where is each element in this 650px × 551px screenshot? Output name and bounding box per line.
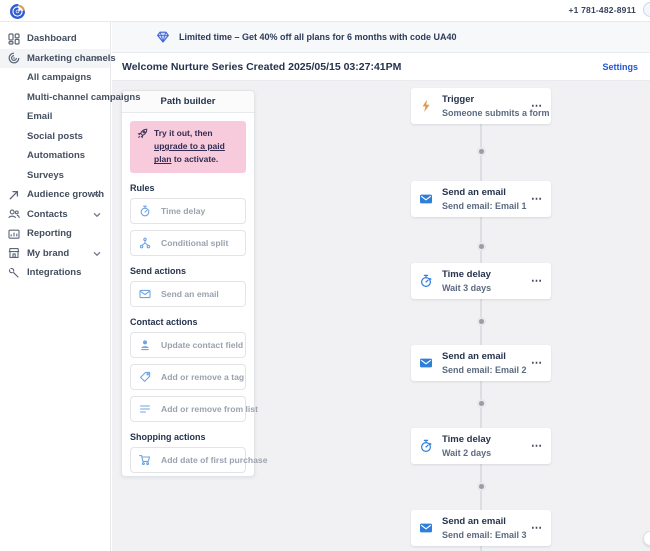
promo-banner-text: Limited time – Get 40% off all plans for… xyxy=(179,32,457,42)
add-step-button[interactable] xyxy=(477,147,486,156)
sidebar-item-reporting[interactable]: Reporting xyxy=(0,224,110,244)
stopwatch-icon xyxy=(419,439,433,453)
sidebar-item-integrations[interactable]: Integrations xyxy=(0,263,110,283)
sidebar-item-my-brand[interactable]: My brand xyxy=(0,244,110,264)
section-label-shopping-actions: Shopping actions xyxy=(130,432,246,442)
stopwatch-icon xyxy=(419,274,433,288)
section-label-send-actions: Send actions xyxy=(130,266,246,276)
rocket-icon xyxy=(137,128,148,139)
audience-growth-icon xyxy=(8,189,20,201)
sidebar-item-automations[interactable]: Automations xyxy=(0,146,110,166)
stopwatch-icon xyxy=(139,205,151,217)
lightning-icon xyxy=(419,99,433,113)
palette-item-time-delay[interactable]: Time delay xyxy=(130,198,246,224)
add-step-button[interactable] xyxy=(477,482,486,491)
page-title: Welcome Nurture Series Created 2025/05/1… xyxy=(122,61,401,73)
node-menu-button[interactable]: ⋯ xyxy=(529,195,543,203)
chevron-down-icon xyxy=(93,192,101,198)
workflow-node-trigger[interactable]: Trigger Someone submits a form ⋯ xyxy=(411,88,551,124)
envelope-icon xyxy=(139,288,151,300)
sidebar-item-label: Dashboard xyxy=(27,33,77,44)
promo-banner: Limited time – Get 40% off all plans for… xyxy=(112,22,650,53)
palette-item-add-first-purchase-date[interactable]: Add date of first purchase xyxy=(130,447,246,473)
node-menu-button[interactable]: ⋯ xyxy=(529,102,543,110)
node-menu-button[interactable]: ⋯ xyxy=(529,359,543,367)
node-menu-button[interactable]: ⋯ xyxy=(529,442,543,450)
gem-icon xyxy=(156,30,170,44)
sidebar-item-contacts[interactable]: Contacts xyxy=(0,205,110,225)
chevron-up-icon xyxy=(93,56,101,62)
marketing-channels-icon xyxy=(8,52,20,64)
palette-item-update-contact-field[interactable]: Update contact field xyxy=(130,332,246,358)
contact-phone-number[interactable]: +1 781-482-8911 xyxy=(568,5,636,15)
upgrade-notice: Try it out, then upgrade to a paid plan … xyxy=(130,121,246,173)
envelope-icon xyxy=(419,521,433,535)
workflow-node-send-email-1[interactable]: Send an email Send email: Email 1 ⋯ xyxy=(411,181,551,217)
sidebar-item-all-campaigns[interactable]: All campaigns xyxy=(0,68,110,88)
chevron-down-icon xyxy=(93,251,101,257)
workflow-node-time-delay-1[interactable]: Time delay Wait 3 days ⋯ xyxy=(411,263,551,299)
node-menu-button[interactable]: ⋯ xyxy=(529,277,543,285)
sidebar-item-social-posts[interactable]: Social posts xyxy=(0,127,110,147)
tag-icon xyxy=(139,371,151,383)
sidebar-item-label: Marketing channels xyxy=(27,53,116,64)
contacts-icon xyxy=(8,208,20,220)
dashboard-icon xyxy=(8,33,20,45)
sidebar-item-marketing-channels[interactable]: Marketing channels xyxy=(0,49,110,69)
workflow-node-send-email-2[interactable]: Send an email Send email: Email 2 ⋯ xyxy=(411,345,551,381)
palette-item-conditional-split[interactable]: Conditional split xyxy=(130,230,246,256)
promo-code: UA40 xyxy=(434,32,457,42)
palette-item-send-email[interactable]: Send an email xyxy=(130,281,246,307)
integrations-icon xyxy=(8,267,20,279)
list-icon xyxy=(139,403,151,415)
reporting-icon xyxy=(8,228,20,240)
palette-item-add-remove-list[interactable]: Add or remove from list xyxy=(130,396,246,422)
sidebar-item-dashboard[interactable]: Dashboard xyxy=(0,29,110,49)
path-builder-title: Path builder xyxy=(122,91,254,113)
palette-item-add-remove-tag[interactable]: Add or remove a tag xyxy=(130,364,246,390)
add-step-button[interactable] xyxy=(477,242,486,251)
section-label-rules: Rules xyxy=(130,183,246,193)
workflow-node-send-email-3[interactable]: Send an email Send email: Email 3 ⋯ xyxy=(411,510,551,546)
page-header: Welcome Nurture Series Created 2025/05/1… xyxy=(112,53,650,81)
node-subtitle: Someone submits a form xyxy=(442,108,529,118)
path-builder-panel: Path builder Try it out, then upgrade to… xyxy=(121,90,255,477)
section-label-contact-actions: Contact actions xyxy=(130,317,246,327)
node-title: Trigger xyxy=(442,94,529,105)
settings-link[interactable]: Settings xyxy=(602,62,638,72)
my-brand-icon xyxy=(8,247,20,259)
node-menu-button[interactable]: ⋯ xyxy=(529,524,543,532)
envelope-icon xyxy=(419,192,433,206)
sidebar-nav: Dashboard Marketing channels All campaig… xyxy=(0,22,111,551)
add-step-button[interactable] xyxy=(477,317,486,326)
sidebar-item-multi-channel-campaigns[interactable]: Multi-channel campaigns xyxy=(0,88,110,108)
update-contact-icon xyxy=(139,339,151,351)
canvas-zoom-control-cutoff[interactable] xyxy=(643,531,650,546)
cart-icon xyxy=(139,454,151,466)
workflow-node-time-delay-2[interactable]: Time delay Wait 2 days ⋯ xyxy=(411,428,551,464)
automation-canvas: Trigger Someone submits a form ⋯ Send an… xyxy=(112,81,650,551)
add-step-button[interactable] xyxy=(477,399,486,408)
conditional-split-icon xyxy=(139,237,151,249)
sidebar-item-surveys[interactable]: Surveys xyxy=(0,166,110,186)
help-pill-cutoff[interactable] xyxy=(643,2,650,17)
constant-contact-logo[interactable] xyxy=(9,3,26,20)
sidebar-item-audience-growth[interactable]: Audience growth xyxy=(0,185,110,205)
sidebar-item-email[interactable]: Email xyxy=(0,107,110,127)
top-bar: +1 781-482-8911 xyxy=(0,0,650,22)
envelope-icon xyxy=(419,356,433,370)
chevron-down-icon xyxy=(93,212,101,218)
